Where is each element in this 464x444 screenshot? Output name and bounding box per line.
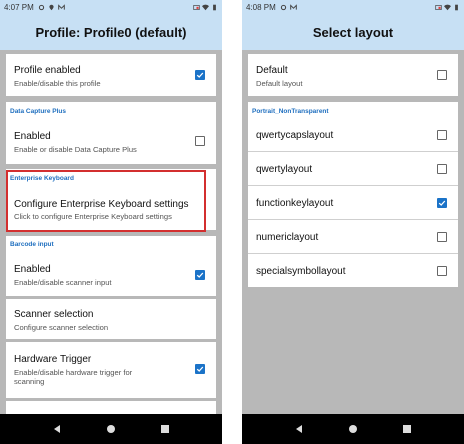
default-layout-title: Default <box>256 65 288 76</box>
profile-enabled-checkbox[interactable] <box>195 70 205 80</box>
status-time: 4:08 PM <box>246 2 276 12</box>
scanner-selection-row[interactable]: Scanner selection Configure scanner sele… <box>6 299 216 339</box>
wifi-icon <box>202 4 209 10</box>
gmail-icon <box>58 3 65 10</box>
category-label: Barcode input <box>10 241 54 248</box>
check-icon <box>196 272 204 278</box>
phone-profile-screen: 4:07 PM Profile: Profile0 (default) Prof… <box>0 0 222 444</box>
profile-enabled-subtitle: Enable/disable this profile <box>14 79 101 88</box>
profile-enabled-title: Profile enabled <box>14 65 81 76</box>
layout-row-specialsymbol[interactable]: specialsymbollayout <box>248 254 458 287</box>
layout-checkbox[interactable] <box>437 198 447 208</box>
status-time: 4:07 PM <box>4 2 34 12</box>
dcp-enabled-checkbox[interactable] <box>195 136 205 146</box>
highlight-box <box>6 170 206 232</box>
layout-row-qwerty[interactable]: qwertylayout <box>248 152 458 185</box>
hardware-trigger-checkbox[interactable] <box>195 364 205 374</box>
barcode-enabled-checkbox[interactable] <box>195 270 205 280</box>
wifi-icon <box>444 4 451 10</box>
recents-icon[interactable] <box>159 423 171 435</box>
battery-icon <box>455 4 458 10</box>
recents-icon[interactable] <box>401 423 413 435</box>
next-row-partial[interactable] <box>6 401 216 414</box>
navigation-bar <box>0 414 222 444</box>
navigation-bar <box>242 414 464 444</box>
hardware-trigger-subtitle: Enable/disable hardware trigger for scan… <box>14 368 133 386</box>
layout-row-qwertycaps[interactable]: qwertycapslayout <box>248 118 458 151</box>
default-layout-row[interactable]: Default Default layout <box>248 54 458 96</box>
barcode-enabled-row[interactable]: Enabled Enable/disable scanner input <box>6 252 216 296</box>
layout-row-numeric[interactable]: numericlayout <box>248 220 458 253</box>
status-bar: 4:08 PM <box>242 0 464 14</box>
default-layout-checkbox[interactable] <box>437 70 447 80</box>
barcode-enabled-title: Enabled <box>14 264 51 275</box>
scanner-selection-title: Scanner selection <box>14 309 94 320</box>
category-barcode-input: Barcode input <box>6 236 216 252</box>
settings-icon <box>38 4 44 10</box>
dcp-enabled-row[interactable]: Enabled Enable or disable Data Capture P… <box>6 118 216 164</box>
battery-icon <box>213 4 216 10</box>
layout-label: qwertylayout <box>256 164 313 175</box>
home-icon[interactable] <box>105 423 117 435</box>
settings-list: Profile enabled Enable/disable this prof… <box>0 50 222 414</box>
hardware-trigger-row[interactable]: Hardware Trigger Enable/disable hardware… <box>6 342 216 398</box>
gmail-icon <box>290 3 297 10</box>
status-bar: 4:07 PM <box>0 0 222 14</box>
layout-label: numericlayout <box>256 232 319 243</box>
cast-icon <box>435 4 442 10</box>
category-label: Portrait_NonTransparent <box>252 108 329 115</box>
phone-select-layout-screen: 4:08 PM Select layout Default Default la… <box>242 0 464 444</box>
home-icon[interactable] <box>347 423 359 435</box>
dcp-enabled-title: Enabled <box>14 131 51 142</box>
check-icon <box>438 200 446 206</box>
check-icon <box>196 366 204 372</box>
back-icon[interactable] <box>293 423 305 435</box>
barcode-enabled-subtitle: Enable/disable scanner input <box>14 278 112 287</box>
layout-row-functionkey[interactable]: functionkeylayout <box>248 186 458 219</box>
layout-checkbox[interactable] <box>437 232 447 242</box>
profile-enabled-row[interactable]: Profile enabled Enable/disable this prof… <box>6 54 216 96</box>
hardware-trigger-title: Hardware Trigger <box>14 354 92 365</box>
category-data-capture-plus: Data Capture Plus <box>6 102 216 118</box>
layout-list: Default Default layout Portrait_NonTrans… <box>242 50 464 414</box>
location-icon <box>49 4 54 10</box>
check-icon <box>196 72 204 78</box>
page-title: Select layout <box>242 14 464 50</box>
page-title: Profile: Profile0 (default) <box>0 14 222 50</box>
layout-checkbox[interactable] <box>437 266 447 276</box>
dcp-enabled-subtitle: Enable or disable Data Capture Plus <box>14 145 137 154</box>
cast-icon <box>193 4 200 10</box>
settings-icon <box>280 4 286 10</box>
category-portrait-nontransparent: Portrait_NonTransparent <box>248 102 458 118</box>
layout-label: qwertycapslayout <box>256 130 334 141</box>
layout-checkbox[interactable] <box>437 164 447 174</box>
scanner-selection-subtitle: Configure scanner selection <box>14 323 109 332</box>
layout-label: functionkeylayout <box>256 198 334 209</box>
default-layout-subtitle: Default layout <box>256 79 303 88</box>
layout-checkbox[interactable] <box>437 130 447 140</box>
layout-label: specialsymbollayout <box>256 266 346 277</box>
back-icon[interactable] <box>51 423 63 435</box>
category-label: Data Capture Plus <box>10 108 66 115</box>
